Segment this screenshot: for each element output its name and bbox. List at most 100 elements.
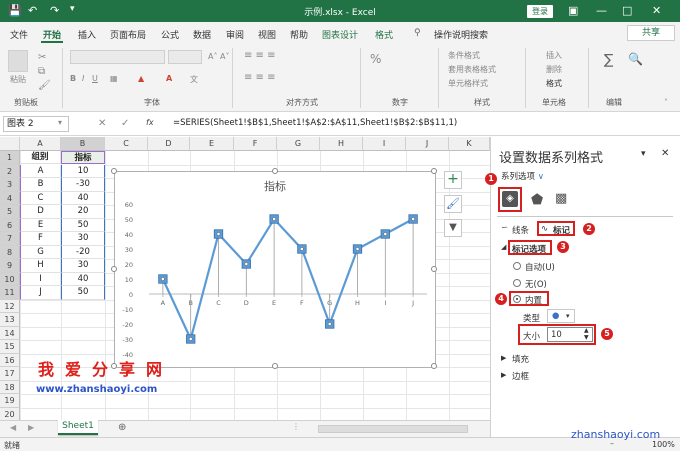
conditional-format-button[interactable]: 条件格式 <box>448 50 480 61</box>
row-header[interactable]: 16 <box>0 353 20 367</box>
minimize-icon[interactable]: — <box>596 4 607 17</box>
column-header[interactable]: I <box>363 137 406 151</box>
column-header[interactable]: A <box>20 137 61 151</box>
paste-icon[interactable] <box>8 50 28 72</box>
column-header[interactable]: E <box>190 137 234 151</box>
resize-handle[interactable] <box>431 363 437 369</box>
row-header[interactable]: 6 <box>0 218 20 232</box>
tab-review[interactable]: 审阅 <box>226 28 244 41</box>
tab-insert[interactable]: 插入 <box>78 28 96 41</box>
add-sheet-icon[interactable]: ⊕ <box>118 422 126 433</box>
row-header[interactable]: 3 <box>0 178 20 192</box>
fill-section[interactable]: 填充 <box>512 353 529 365</box>
row-header[interactable]: 14 <box>0 326 20 340</box>
series-options-icon[interactable]: ▩ <box>555 191 567 206</box>
cell-group[interactable]: I <box>20 272 61 286</box>
border-icon[interactable]: ▦ <box>110 74 118 83</box>
cell-group[interactable]: D <box>20 205 61 219</box>
bold-icon[interactable]: B <box>70 74 76 83</box>
resize-handle[interactable] <box>431 168 437 174</box>
fill-line-icon[interactable]: ◈ <box>502 191 518 207</box>
column-header[interactable]: F <box>234 137 277 151</box>
marker-builtin-radio[interactable] <box>513 295 521 303</box>
fill-color-icon[interactable]: ▲ <box>138 74 144 83</box>
chart-styles-button[interactable]: 🖌 <box>444 195 462 213</box>
expand-border-icon[interactable]: ▶ <box>501 371 506 379</box>
row-header[interactable]: 7 <box>0 232 20 246</box>
resize-handle[interactable] <box>431 266 437 272</box>
marker-type-select[interactable]: ● ▾ <box>547 309 575 323</box>
cell-value[interactable]: 30 <box>61 232 105 246</box>
align-top-icon[interactable]: ≡ ≡ ≡ <box>244 50 276 61</box>
expand-fill-icon[interactable]: ▶ <box>501 354 506 362</box>
copy-icon[interactable]: ⧉ <box>38 66 45 77</box>
marker-none-radio[interactable] <box>513 279 521 287</box>
series-options-dropdown[interactable]: 系列选项 ∨ <box>501 170 544 182</box>
tab-formulas[interactable]: 公式 <box>161 28 179 41</box>
phonetic-icon[interactable]: 文 <box>190 74 198 85</box>
sheet-scroll-splitter-icon[interactable]: ⋮ <box>292 422 300 431</box>
resize-handle[interactable] <box>272 363 278 369</box>
cut-icon[interactable]: ✂ <box>38 52 46 63</box>
column-header[interactable]: B <box>61 137 105 151</box>
line-tab[interactable]: 线条 <box>512 224 529 236</box>
tab-file[interactable]: 文件 <box>10 28 28 41</box>
cell-group[interactable]: H <box>20 259 61 273</box>
cell-group[interactable]: F <box>20 232 61 246</box>
font-name-select[interactable] <box>70 50 165 64</box>
formula-input[interactable]: =SERIES(Sheet1!$B$1,Sheet1!$A$2:$A$11,Sh… <box>170 116 675 132</box>
cell-value[interactable]: -30 <box>61 178 105 192</box>
row-header[interactable]: 4 <box>0 191 20 205</box>
cell-b1[interactable]: 指标 <box>61 151 105 164</box>
find-icon[interactable]: 🔍 <box>628 52 643 66</box>
close-icon[interactable]: ✕ <box>652 4 661 17</box>
border-section[interactable]: 边框 <box>512 370 529 382</box>
chart-elements-button[interactable]: + <box>444 171 462 189</box>
tab-format[interactable]: 格式 <box>375 28 393 41</box>
font-color-icon[interactable]: A <box>166 74 172 83</box>
column-header[interactable]: H <box>320 137 363 151</box>
cancel-icon[interactable]: ✕ <box>98 118 106 129</box>
chart-plot[interactable]: 6050403020100-10-20-30-40ABCDEFGHIJ <box>115 172 435 367</box>
cell-value[interactable]: 50 <box>61 218 105 232</box>
cell-group[interactable]: C <box>20 191 61 205</box>
share-button[interactable]: 共享 <box>627 25 675 41</box>
ribbon-display-icon[interactable]: ▣ <box>568 4 578 17</box>
resize-handle[interactable] <box>111 266 117 272</box>
resize-handle[interactable] <box>272 168 278 174</box>
select-all-corner[interactable] <box>0 137 20 151</box>
enter-icon[interactable]: ✓ <box>121 118 129 129</box>
cell-styles-button[interactable]: 单元格样式 <box>448 78 488 89</box>
pane-close-icon[interactable]: ✕ <box>661 148 669 159</box>
row-header[interactable]: 11 <box>0 286 20 300</box>
next-sheet-icon[interactable]: ▶ <box>28 423 34 432</box>
horizontal-scrollbar[interactable] <box>318 425 468 433</box>
tell-me-search[interactable]: 操作说明搜索 <box>434 28 488 41</box>
effects-icon[interactable]: ⬟ <box>531 192 543 208</box>
tab-help[interactable]: 帮助 <box>290 28 308 41</box>
prev-sheet-icon[interactable]: ◀ <box>10 423 16 432</box>
resize-handle[interactable] <box>111 168 117 174</box>
percent-icon[interactable]: % <box>370 52 381 66</box>
insert-cells-button[interactable]: 插入 <box>546 50 562 61</box>
row-header[interactable]: 2 <box>0 164 20 178</box>
column-header[interactable]: J <box>406 137 449 151</box>
cell-value[interactable]: 30 <box>61 259 105 273</box>
tab-chart-design[interactable]: 图表设计 <box>322 28 358 41</box>
row-header[interactable]: 13 <box>0 313 20 327</box>
spin-up-icon[interactable]: ▲ <box>584 327 589 334</box>
align-left-icon[interactable]: ≡ ≡ ≡ <box>244 72 276 83</box>
cell-value[interactable]: 20 <box>61 205 105 219</box>
cell-value[interactable]: 50 <box>61 286 105 300</box>
italic-icon[interactable]: I <box>82 74 84 83</box>
cell-group[interactable]: J <box>20 286 61 300</box>
font-size-select[interactable] <box>168 50 202 64</box>
delete-cells-button[interactable]: 删除 <box>546 64 562 75</box>
name-box-dropdown-icon[interactable]: ▾ <box>58 118 62 127</box>
marker-tab[interactable]: 标记 <box>553 224 570 236</box>
underline-icon[interactable]: U <box>92 74 98 83</box>
cell-group[interactable]: B <box>20 178 61 192</box>
column-header[interactable]: K <box>449 137 490 151</box>
chart-area[interactable]: 指标 6050403020100-10-20-30-40ABCDEFGHIJ <box>111 168 437 369</box>
zoom-level[interactable]: 100% <box>652 440 675 449</box>
